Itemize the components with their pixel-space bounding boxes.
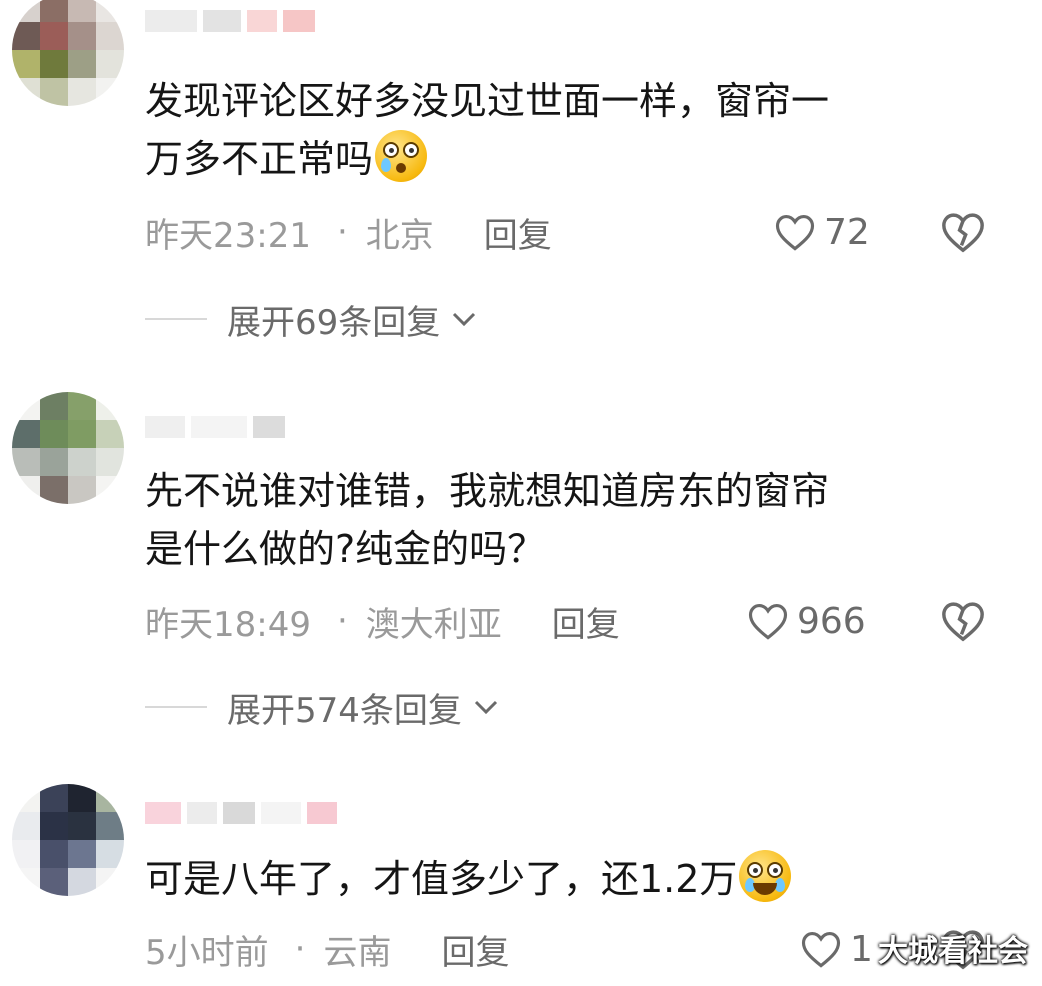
heart-icon (775, 215, 815, 251)
separator-dot: · (336, 212, 348, 252)
expand-replies-label: 展开574条回复 (227, 690, 462, 731)
comment-text: 先不说谁对谁错，我就想知道房东的窗帘 是什么做的?纯金的吗？ (145, 462, 965, 578)
broken-heart-icon[interactable] (940, 209, 986, 255)
comment-meta: 昨天18:49 · 澳大利亚 回复 (145, 596, 620, 646)
username-blurred[interactable] (145, 416, 285, 438)
separator-dot: · (294, 929, 306, 969)
comment-text-line: 发现评论区好多没见过世面一样，窗帘一 (145, 79, 830, 123)
like-button[interactable]: 1 (800, 924, 873, 974)
laughing-tears-emoji-icon (739, 850, 792, 902)
comment-time: 5小时前 (145, 932, 269, 973)
like-button[interactable]: 72 (774, 207, 870, 257)
reply-button[interactable]: 回复 (484, 208, 552, 257)
comment-text-line: 可是八年了，才值多少了，还1.2万 (145, 857, 738, 901)
comment-text: 可是八年了，才值多少了，还1.2万 (145, 850, 965, 908)
avatar[interactable] (12, 784, 124, 896)
comment-location: 北京 (365, 215, 434, 256)
divider-line (145, 706, 207, 708)
watermark: 大城看社会 (878, 934, 1028, 969)
heart-icon (801, 932, 841, 968)
comment-meta: 5小时前 · 云南 回复 (145, 924, 509, 974)
comment-text-line: 先不说谁对谁错，我就想知道房东的窗帘 (145, 469, 830, 513)
comment-time: 昨天23:21 (145, 215, 311, 256)
username-blurred[interactable] (145, 10, 315, 32)
comment-meta: 昨天23:21 · 北京 回复 (145, 207, 552, 257)
chevron-down-icon (474, 700, 497, 715)
broken-heart-icon[interactable] (940, 598, 986, 644)
comment-text: 发现评论区好多没见过世面一样，窗帘一 万多不正常吗 (145, 72, 965, 188)
expand-replies-label: 展开69条回复 (227, 302, 441, 343)
comment-location: 澳大利亚 (365, 604, 502, 645)
comment-text-line: 是什么做的?纯金的吗？ (145, 527, 546, 571)
comment-location: 云南 (323, 932, 392, 973)
reply-button[interactable]: 回复 (552, 597, 620, 646)
separator-dot: · (336, 601, 348, 641)
comment-time: 昨天18:49 (145, 604, 311, 645)
like-count: 966 (797, 600, 866, 642)
like-button[interactable]: 966 (747, 596, 866, 646)
heart-icon (748, 604, 788, 640)
avatar[interactable] (12, 392, 124, 504)
username-blurred[interactable] (145, 802, 337, 824)
divider-line (145, 318, 207, 320)
reply-button[interactable]: 回复 (441, 925, 509, 974)
avatar[interactable] (12, 0, 124, 106)
like-count: 72 (824, 211, 870, 253)
crying-face-emoji-icon (375, 130, 428, 182)
expand-replies-button[interactable]: 展开574条回复 (145, 684, 500, 731)
expand-replies-button[interactable]: 展开69条回复 (145, 296, 478, 343)
like-count: 1 (850, 928, 873, 970)
comment-text-line: 万多不正常吗 (145, 137, 374, 181)
chevron-down-icon (453, 312, 476, 327)
